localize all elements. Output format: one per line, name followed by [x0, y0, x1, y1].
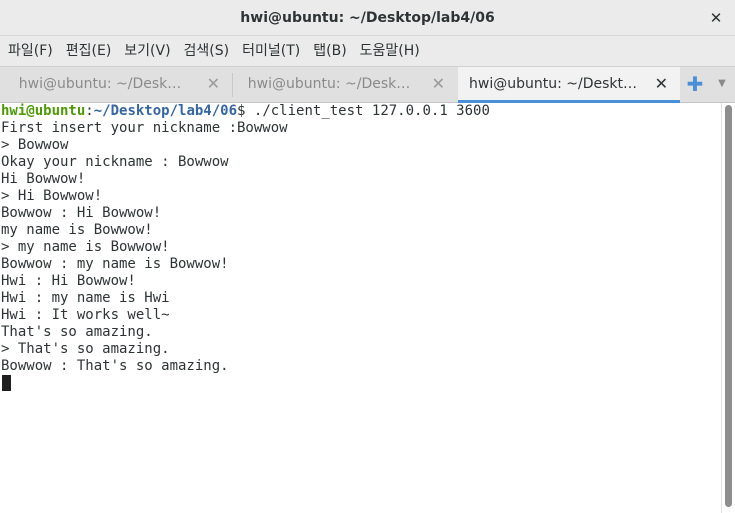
- output-line: Bowwow : Hi Bowwow!: [1, 205, 162, 221]
- tab-1-close-icon[interactable]: ✕: [207, 67, 220, 103]
- tab-bar: hwi@ubuntu: ~/Desk… ✕ hwi@ubuntu: ~/Desk…: [0, 66, 735, 103]
- tab-3-close-icon[interactable]: ✕: [655, 67, 668, 103]
- scrollbar-thumb[interactable]: [725, 105, 732, 507]
- output-line: Hwi : It works well~: [1, 307, 170, 323]
- tab-3-active[interactable]: hwi@ubuntu: ~/Deskt… ✕: [458, 67, 680, 103]
- tab-2[interactable]: hwi@ubuntu: ~/Desk… ✕: [233, 67, 457, 103]
- terminal-output[interactable]: hwi@ubuntu:~/Desktop/lab4/06$ ./client_t…: [0, 103, 721, 513]
- output-line: First insert your nickname :Bowwow: [1, 120, 288, 136]
- output-line: Hi Bowwow!: [1, 171, 86, 187]
- output-line: Hwi : my name is Hwi: [1, 290, 170, 306]
- title-bar: hwi@ubuntu: ~/Desktop/lab4/06 ✕: [0, 0, 735, 36]
- prompt-command: ./client_test 127.0.0.1 3600: [253, 103, 490, 119]
- new-tab-icon[interactable]: ✚: [686, 67, 704, 103]
- cursor-line: [0, 375, 721, 392]
- window-title: hwi@ubuntu: ~/Desktop/lab4/06: [240, 10, 495, 26]
- tab-2-label: hwi@ubuntu: ~/Desk…: [247, 76, 411, 92]
- prompt-colon: :: [85, 103, 94, 119]
- close-window-button[interactable]: ✕: [705, 7, 727, 29]
- prompt-symbol: $: [237, 103, 254, 119]
- prompt-line: hwi@ubuntu:~/Desktop/lab4/06$ ./client_t…: [0, 103, 721, 120]
- menu-view[interactable]: 보기(V): [118, 36, 177, 66]
- menu-tabs[interactable]: 탭(B): [307, 36, 353, 66]
- output-line: > Hi Bowwow!: [1, 188, 103, 204]
- tab-2-close-icon[interactable]: ✕: [432, 67, 445, 103]
- text-cursor: [2, 375, 11, 391]
- scrollbar[interactable]: [721, 103, 735, 513]
- tab-3-label: hwi@ubuntu: ~/Deskt…: [469, 76, 637, 92]
- output-line: Okay your nickname : Bowwow: [1, 154, 229, 170]
- menu-bar: 파일(F) 편집(E) 보기(V) 검색(S) 터미널(T) 탭(B) 도움말(H): [0, 36, 735, 66]
- output-line: That's so amazing.: [1, 324, 153, 340]
- menu-edit[interactable]: 편집(E): [60, 36, 119, 66]
- tab-1[interactable]: hwi@ubuntu: ~/Desk… ✕: [0, 67, 232, 103]
- prompt-path: ~/Desktop/lab4/06: [93, 103, 238, 119]
- output-line: Bowwow : That's so amazing.: [1, 358, 229, 374]
- menu-file[interactable]: 파일(F): [2, 36, 60, 66]
- output-line: my name is Bowwow!: [1, 222, 153, 238]
- tab-1-label: hwi@ubuntu: ~/Desk…: [18, 76, 182, 92]
- prompt-user: hwi@ubuntu: [1, 103, 86, 119]
- chevron-down-icon[interactable]: ▼: [714, 67, 730, 103]
- output-line: > my name is Bowwow!: [1, 239, 170, 255]
- output-line: > That's so amazing.: [1, 341, 170, 357]
- menu-terminal[interactable]: 터미널(T): [236, 36, 307, 66]
- menu-help[interactable]: 도움말(H): [354, 36, 427, 66]
- output-line: Hwi : Hi Bowwow!: [1, 273, 136, 289]
- output-line: > Bowwow: [1, 137, 69, 153]
- output-line: Bowwow : my name is Bowwow!: [1, 256, 229, 272]
- menu-search[interactable]: 검색(S): [178, 36, 237, 66]
